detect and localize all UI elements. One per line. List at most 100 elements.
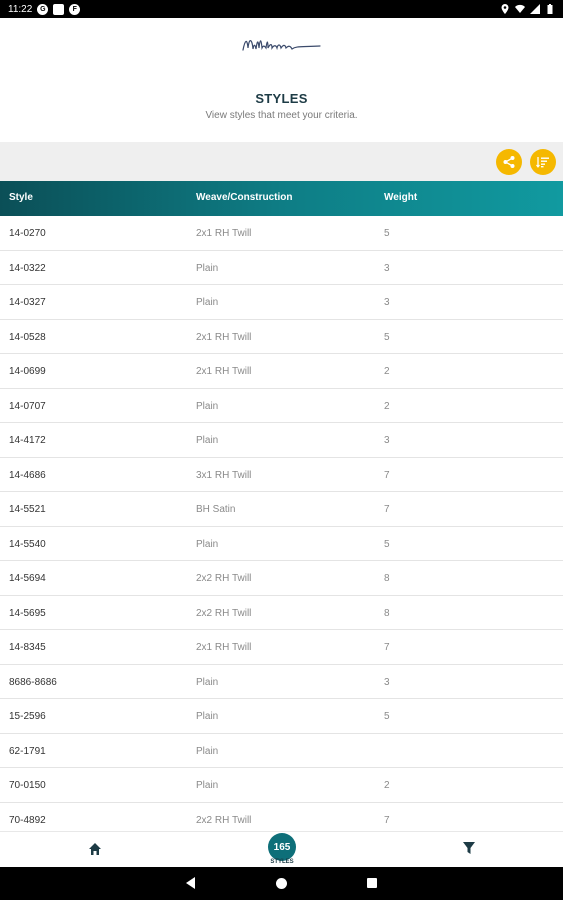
page-subtitle: View styles that meet your criteria.: [205, 110, 358, 121]
weight-cell: 5: [384, 228, 390, 239]
column-header-weight[interactable]: Weight: [384, 192, 417, 203]
sort-button[interactable]: [530, 149, 556, 175]
style-cell: 14-8345: [9, 642, 46, 653]
style-cell: 62-1791: [9, 745, 46, 757]
share-button[interactable]: [496, 149, 522, 175]
weight-cell: 8: [384, 607, 390, 619]
style-cell: 15-2596: [9, 711, 46, 722]
weave-cell: Plain: [196, 676, 219, 688]
table-row[interactable]: 8686-8686 Plain 3: [0, 665, 563, 699]
sort-icon: [536, 157, 549, 168]
style-cell: 14-5521: [9, 504, 46, 515]
styles-count-label: STYLES: [270, 859, 294, 865]
weight-cell: 7: [384, 469, 390, 481]
table-row[interactable]: 14-0528 2x1 RH Twill 5: [0, 320, 563, 354]
table-row[interactable]: 15-2596 Plain 5: [0, 699, 563, 734]
bottom-nav: 165 STYLES: [0, 831, 563, 867]
weave-cell: Plain: [196, 711, 219, 722]
table-row[interactable]: 70-0150 Plain 2: [0, 768, 563, 803]
weave-cell: 2x2 RH Twill: [196, 573, 252, 584]
weave-cell: BH Satin: [196, 504, 236, 515]
table-row[interactable]: 14-0699 2x1 RH Twill 2: [0, 354, 563, 389]
style-cell: 14-4686: [9, 469, 46, 481]
weight-cell: 5: [384, 538, 390, 550]
weave-cell: 3x1 RH Twill: [196, 469, 252, 481]
weight-cell: 3: [384, 676, 390, 688]
table-row[interactable]: 14-0707 Plain 2: [0, 389, 563, 423]
table-row[interactable]: 14-0327 Plain 3: [0, 285, 563, 320]
table-row[interactable]: 14-5695 2x2 RH Twill 8: [0, 596, 563, 630]
weight-cell: 3: [384, 262, 390, 274]
weave-cell: 2x1 RH Twill: [196, 228, 252, 239]
weight-cell: 7: [384, 814, 390, 826]
table-row[interactable]: 14-0322 Plain 3: [0, 251, 563, 285]
back-icon[interactable]: [185, 877, 197, 889]
table-row[interactable]: 62-1791 Plain: [0, 734, 563, 768]
style-cell: 14-5540: [9, 538, 46, 550]
share-icon: [503, 156, 515, 168]
toolbar: [0, 142, 563, 181]
column-header-style[interactable]: Style: [9, 192, 33, 203]
style-cell: 70-0150: [9, 780, 46, 791]
weave-cell: Plain: [196, 780, 219, 791]
recents-icon[interactable]: [367, 878, 377, 888]
home-icon[interactable]: [87, 841, 103, 857]
milliken-logo: [0, 30, 563, 60]
style-cell: 8686-8686: [9, 676, 57, 688]
table-header: Style Weave/Construction Weight: [0, 181, 563, 216]
home-nav-icon[interactable]: [276, 878, 287, 889]
table-row[interactable]: 14-5540 Plain 5: [0, 527, 563, 561]
android-nav-bar: [0, 867, 563, 900]
style-cell: 14-5694: [9, 573, 46, 584]
notification-doc-icon: [53, 3, 65, 15]
table-row[interactable]: 70-4892 2x2 RH Twill 7: [0, 803, 563, 832]
notification-g-icon: G: [37, 3, 49, 15]
weave-cell: Plain: [196, 262, 219, 274]
weight-cell: 5: [384, 711, 390, 722]
status-time: 11:22: [8, 3, 33, 15]
style-cell: 14-0707: [9, 400, 46, 412]
header: STYLES View styles that meet your criter…: [0, 18, 563, 142]
logo-signature: [241, 40, 321, 51]
status-bar: 11:22 G F: [0, 0, 563, 18]
style-cell: 14-0699: [9, 366, 46, 377]
table-row[interactable]: 14-4686 3x1 RH Twill 7: [0, 458, 563, 492]
weave-cell: Plain: [196, 745, 219, 757]
location-icon: [501, 4, 509, 14]
weight-cell: 5: [384, 331, 390, 343]
style-cell: 14-0322: [9, 262, 46, 274]
weight-cell: 7: [384, 504, 390, 515]
style-cell: 14-4172: [9, 435, 46, 446]
table-row[interactable]: 14-5521 BH Satin 7: [0, 492, 563, 527]
weave-cell: 2x2 RH Twill: [196, 607, 252, 619]
style-cell: 14-0327: [9, 297, 46, 308]
weave-cell: 2x1 RH Twill: [196, 642, 252, 653]
table-row[interactable]: 14-8345 2x1 RH Twill 7: [0, 630, 563, 665]
weave-cell: Plain: [196, 297, 219, 308]
weight-cell: 2: [384, 780, 390, 791]
weight-cell: 3: [384, 297, 390, 308]
notification-f-icon: F: [69, 3, 81, 15]
style-cell: 14-5695: [9, 607, 46, 619]
signal-icon: [530, 4, 540, 14]
table-row[interactable]: 14-4172 Plain 3: [0, 423, 563, 458]
styles-table: 14-0270 2x1 RH Twill 5 14-0322 Plain 3 14-03…: [0, 216, 563, 831]
weight-cell: 3: [384, 435, 390, 446]
weight-cell: 2: [384, 400, 390, 412]
column-header-weave[interactable]: Weave/Construction: [196, 192, 293, 203]
filter-icon[interactable]: [461, 840, 477, 856]
weave-cell: 2x1 RH Twill: [196, 366, 252, 377]
weight-cell: 2: [384, 366, 390, 377]
styles-count-badge[interactable]: 165: [268, 833, 296, 861]
weave-cell: Plain: [196, 400, 219, 412]
style-cell: 14-0528: [9, 331, 46, 343]
weave-cell: 2x2 RH Twill: [196, 814, 252, 826]
weight-cell: 7: [384, 642, 390, 653]
table-row[interactable]: 14-5694 2x2 RH Twill 8: [0, 561, 563, 596]
weave-cell: Plain: [196, 538, 219, 550]
table-row[interactable]: 14-0270 2x1 RH Twill 5: [0, 216, 563, 251]
battery-icon: [547, 4, 553, 14]
page-title: STYLES: [255, 91, 308, 106]
weave-cell: 2x1 RH Twill: [196, 331, 252, 343]
weight-cell: 8: [384, 573, 390, 584]
